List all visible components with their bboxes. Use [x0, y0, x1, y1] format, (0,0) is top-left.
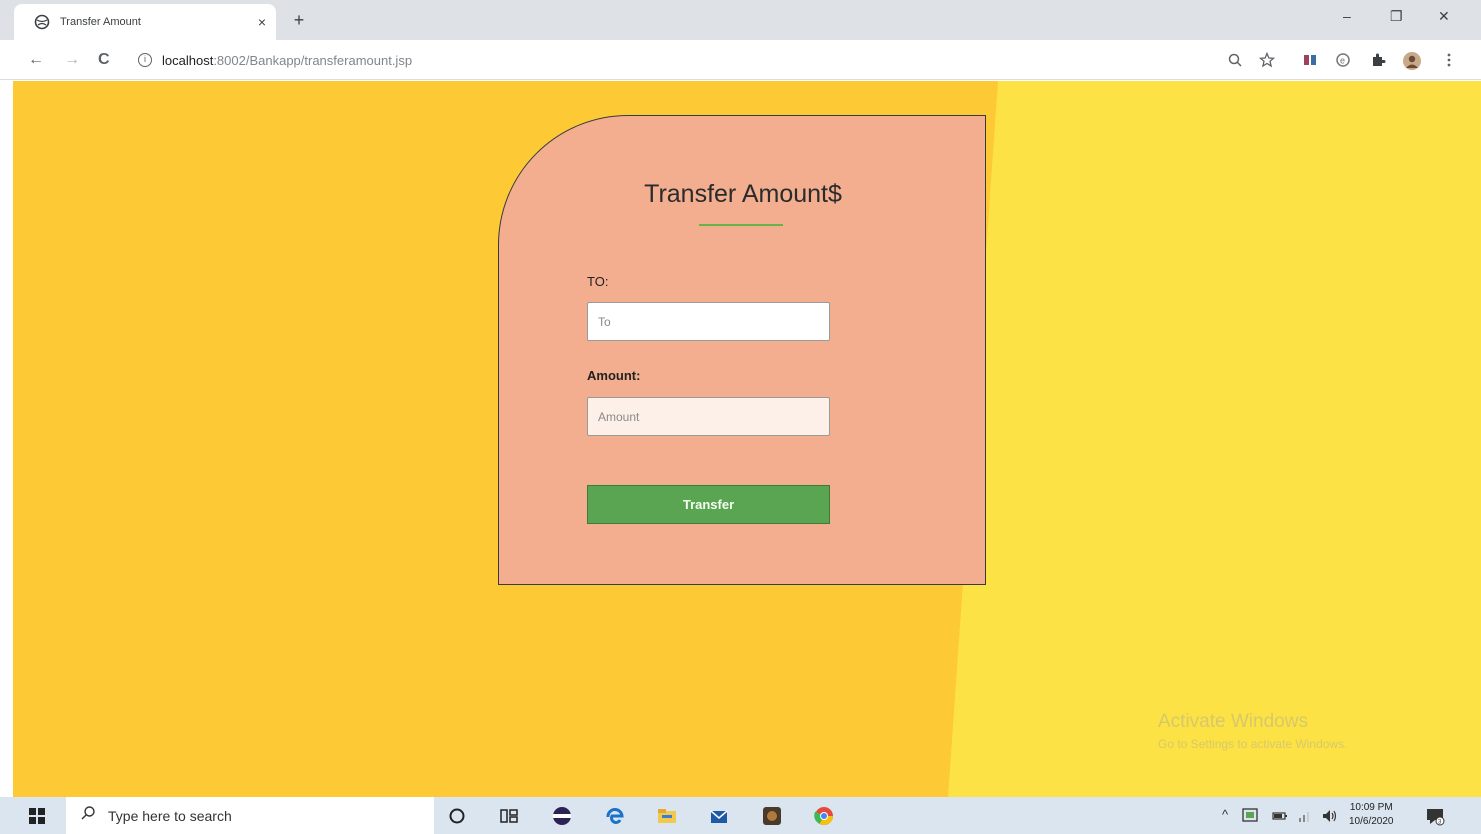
task-view-icon[interactable] [498, 805, 520, 827]
browser-toolbar: ← → C i localhost :8002/Bankapp/transfer… [0, 40, 1481, 80]
to-label: TO: [587, 274, 609, 289]
file-explorer-icon[interactable] [656, 805, 678, 827]
search-placeholder: Type here to search [108, 807, 232, 824]
cortana-icon[interactable] [446, 805, 468, 827]
bookmark-star-icon[interactable] [1258, 51, 1276, 68]
taskbar-clock[interactable]: 10:09 PM 10/6/2020 [1349, 801, 1394, 829]
network-icon[interactable] [1297, 808, 1313, 824]
url-host: localhost [162, 52, 214, 68]
page-title: Transfer Amount$ [644, 180, 842, 208]
info-icon[interactable]: i [138, 53, 152, 67]
edge-browser-icon[interactable] [604, 805, 626, 827]
url-path: :8002/Bankapp/transferamount.jsp [213, 52, 413, 68]
search-icon [80, 805, 96, 826]
windows-start-icon[interactable] [28, 807, 46, 825]
tray-overflow-chevron-icon[interactable]: ^ [1222, 807, 1228, 822]
close-window-button[interactable]: ✕ [1438, 8, 1450, 25]
minimize-button[interactable]: – [1343, 8, 1351, 24]
windows-taskbar: Type here to search ^ 10:09 PM 10/6/2020 [0, 797, 1481, 834]
clock-time: 10:09 PM [1349, 802, 1393, 813]
svg-text:e: e [1340, 56, 1345, 66]
transfer-form-card: Transfer Amount$ TO: Amount: Transfer [498, 115, 986, 585]
puzzle-extensions-icon[interactable] [1370, 52, 1386, 68]
eclipse-app-icon[interactable] [551, 805, 573, 827]
zoom-icon[interactable] [1227, 52, 1243, 68]
profile-avatar-icon[interactable] [1403, 52, 1421, 70]
app-icon-dark[interactable] [761, 805, 783, 827]
page-viewport: Transfer Amount$ TO: Amount: Transfer Ac… [13, 81, 1481, 797]
globe-icon [34, 14, 50, 30]
browser-tab-active[interactable]: Transfer Amount × [14, 4, 276, 40]
address-bar[interactable]: i localhost :8002/Bankapp/transferamount… [128, 46, 1218, 74]
transfer-button[interactable]: Transfer [587, 485, 830, 524]
forward-button[interactable]: → [64, 50, 80, 70]
back-button[interactable]: ← [28, 50, 44, 70]
title-underline [699, 224, 783, 226]
extension-e-icon[interactable]: e [1335, 52, 1351, 68]
chrome-browser-icon[interactable] [813, 805, 835, 827]
tray-app-icon[interactable] [1242, 807, 1258, 823]
new-tab-button[interactable]: + [289, 10, 309, 30]
tab-close-icon[interactable]: × [258, 14, 266, 30]
to-input[interactable] [587, 302, 830, 341]
browser-tab-bar: Transfer Amount × + – ❐ ✕ [0, 0, 1481, 40]
volume-icon[interactable] [1321, 808, 1339, 824]
taskbar-search-box[interactable]: Type here to search [66, 797, 434, 834]
mail-store-icon[interactable] [708, 805, 730, 827]
watermark-title: Activate Windows [1158, 711, 1308, 732]
battery-icon[interactable] [1272, 808, 1288, 824]
menu-kebab-icon[interactable] [1441, 52, 1457, 68]
extension-icon[interactable] [1302, 52, 1318, 68]
clock-date: 10/6/2020 [1349, 816, 1394, 827]
reload-button[interactable]: C [98, 50, 110, 70]
amount-label: Amount: [587, 368, 641, 383]
activate-windows-watermark: Activate Windows Go to Settings to activ… [1158, 711, 1347, 751]
tab-title: Transfer Amount [60, 16, 141, 28]
amount-input[interactable] [587, 397, 830, 436]
action-center-icon[interactable]: 3 [1425, 806, 1445, 826]
watermark-subtitle: Go to Settings to activate Windows. [1158, 737, 1348, 751]
restore-button[interactable]: ❐ [1390, 8, 1403, 25]
